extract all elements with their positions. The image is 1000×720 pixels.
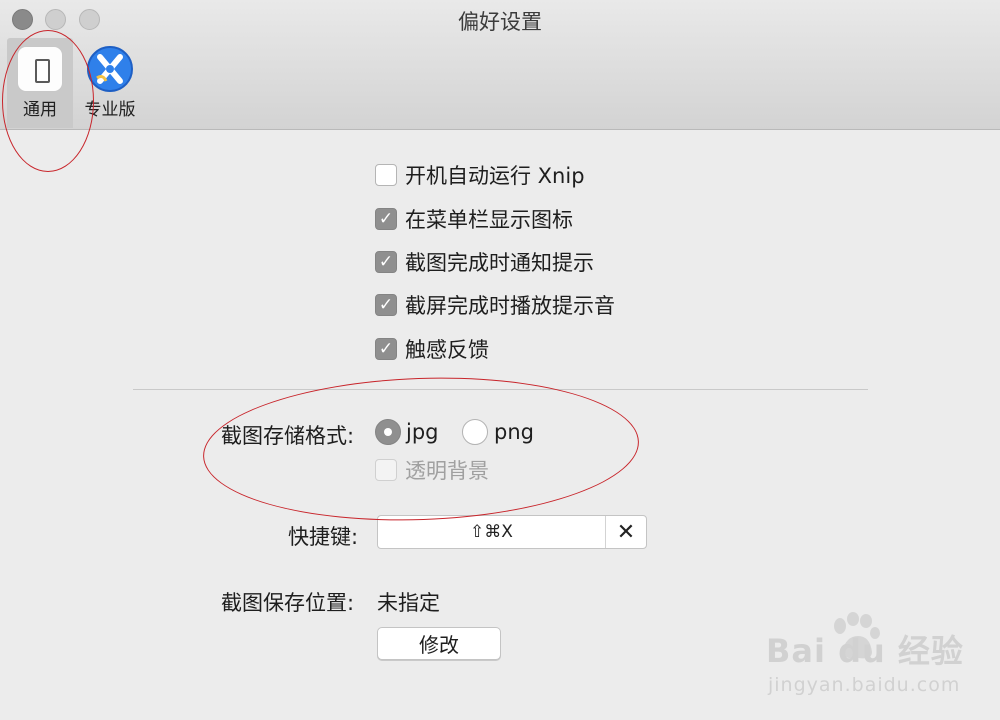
option-show-menubar-icon[interactable]: ✓ 在菜单栏显示图标 bbox=[375, 206, 573, 232]
checkbox-checked[interactable]: ✓ bbox=[375, 251, 397, 273]
option-label: 触感反馈 bbox=[405, 338, 489, 362]
checkbox-checked[interactable]: ✓ bbox=[375, 294, 397, 316]
shortcut-value[interactable]: ⇧⌘X bbox=[378, 516, 606, 548]
option-launch-at-login[interactable]: 开机自动运行 Xnip bbox=[375, 162, 585, 188]
xnip-logo-icon bbox=[87, 46, 133, 92]
option-haptic-feedback[interactable]: ✓ 触感反馈 bbox=[375, 336, 489, 362]
option-label: 开机自动运行 Xnip bbox=[405, 164, 585, 188]
section-divider bbox=[133, 389, 868, 390]
option-label: 截屏完成时播放提示音 bbox=[405, 294, 615, 318]
option-label: 在菜单栏显示图标 bbox=[405, 208, 573, 232]
toolbar-tab-pro-label: 专业版 bbox=[84, 100, 136, 120]
switch-icon bbox=[17, 46, 63, 92]
format-label: 截图存储格式: bbox=[221, 424, 355, 448]
option-play-sound[interactable]: ✓ 截屏完成时播放提示音 bbox=[375, 292, 615, 318]
watermark-url: jingyan.baidu.com bbox=[768, 674, 961, 696]
toolbar-tab-general-label: 通用 bbox=[23, 100, 57, 120]
option-label: 透明背景 bbox=[405, 459, 489, 483]
checkbox[interactable] bbox=[375, 164, 397, 186]
window-title: 偏好设置 bbox=[458, 10, 542, 34]
save-location-value: 未指定 bbox=[377, 591, 440, 615]
toolbar-tab-pro[interactable]: 专业版 bbox=[76, 38, 144, 128]
shortcut-recorder[interactable]: ⇧⌘X ✕ bbox=[377, 515, 647, 549]
option-label: 截图完成时通知提示 bbox=[405, 251, 594, 275]
radio-jpg[interactable] bbox=[375, 419, 401, 445]
checkbox-checked[interactable]: ✓ bbox=[375, 338, 397, 360]
option-notify-on-capture[interactable]: ✓ 截图完成时通知提示 bbox=[375, 249, 594, 275]
checkbox-checked[interactable]: ✓ bbox=[375, 208, 397, 230]
radio-jpg-label: jpg bbox=[406, 420, 439, 444]
checkbox-disabled bbox=[375, 459, 397, 481]
watermark-brand: Bai du 经验 bbox=[766, 632, 964, 670]
change-location-button[interactable]: 修改 bbox=[377, 627, 501, 660]
save-location-label: 截图保存位置: bbox=[221, 591, 355, 615]
baidu-watermark: Bai du 经验 jingyan.baidu.com bbox=[766, 612, 986, 712]
radio-png[interactable] bbox=[462, 419, 488, 445]
option-transparent-background: 透明背景 bbox=[375, 457, 489, 483]
preferences-window: 偏好设置 通用 专业版 开机自动运行 Xnip ✓ 在菜单栏显示图标 ✓ 截图完… bbox=[0, 0, 1000, 720]
toolbar-tab-general[interactable]: 通用 bbox=[7, 38, 73, 128]
clear-shortcut-button[interactable]: ✕ bbox=[606, 516, 646, 548]
radio-png-label: png bbox=[494, 420, 534, 444]
shortcut-label: 快捷键: bbox=[288, 525, 359, 549]
titlebar-toolbar: 偏好设置 通用 专业版 bbox=[0, 0, 1000, 130]
